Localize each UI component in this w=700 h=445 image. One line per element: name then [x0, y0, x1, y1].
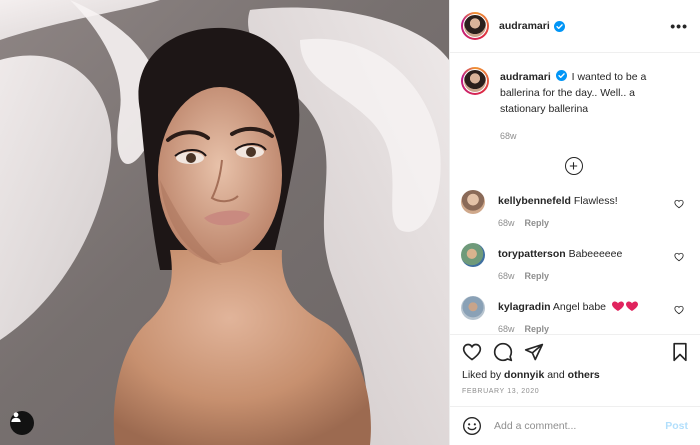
- plus-circle-icon: +: [564, 157, 583, 175]
- comment-avatar[interactable]: [461, 296, 485, 320]
- comment-input[interactable]: [494, 420, 666, 432]
- liked-by-user[interactable]: donnyik: [504, 369, 544, 381]
- like-button[interactable]: [462, 342, 482, 362]
- comment-button[interactable]: [493, 342, 513, 362]
- caption-author-avatar[interactable]: [461, 67, 489, 95]
- comment-timestamp[interactable]: 68w: [498, 218, 515, 228]
- reply-button[interactable]: Reply: [525, 324, 550, 334]
- comment-username[interactable]: kylagradin: [498, 301, 551, 313]
- comment-item: kylagradin Angel babe 68w Reply: [461, 295, 686, 334]
- post-photo[interactable]: [0, 0, 449, 445]
- verified-badge-icon: [555, 70, 567, 81]
- post-caption: audramari I wanted to be a ballerina for…: [461, 67, 686, 141]
- emoji-icon[interactable]: [462, 416, 482, 436]
- heart-icon: [462, 343, 482, 360]
- portrait-image: [0, 0, 449, 445]
- bookmark-icon: [673, 342, 687, 361]
- caption-timestamp[interactable]: 68w: [500, 131, 660, 141]
- liked-by-others-link[interactable]: others: [568, 369, 600, 381]
- like-comment-heart-icon[interactable]: [674, 252, 684, 262]
- comment-username[interactable]: torypatterson: [498, 248, 566, 260]
- author-avatar[interactable]: [461, 12, 489, 40]
- likes-summary: Liked by donnyik and others: [450, 368, 700, 382]
- comment-timestamp[interactable]: 68w: [498, 271, 515, 281]
- share-button[interactable]: [524, 342, 544, 362]
- verified-badge-icon: [553, 20, 565, 32]
- comment-text: Angel babe: [552, 301, 607, 313]
- comment-text: Flawless!: [573, 195, 618, 207]
- load-more-comments-button[interactable]: +: [461, 157, 686, 175]
- comment-avatar[interactable]: [461, 190, 485, 214]
- like-comment-heart-icon[interactable]: [674, 305, 684, 315]
- comment-item: torypatterson Babeeeeee 68w Reply: [461, 242, 686, 281]
- post-actions-bar: [450, 334, 700, 368]
- comments-section: audramari I wanted to be a ballerina for…: [450, 53, 700, 334]
- tagged-users-button[interactable]: [10, 411, 34, 435]
- paper-plane-icon: [524, 343, 544, 360]
- author-username[interactable]: audramari: [499, 20, 550, 32]
- more-options-icon[interactable]: •••: [670, 19, 688, 33]
- post-header: audramari •••: [450, 0, 700, 53]
- post-comment-button[interactable]: Post: [665, 420, 688, 432]
- comment-username[interactable]: kellybennefeld: [498, 195, 571, 207]
- reply-button[interactable]: Reply: [525, 218, 550, 228]
- instagram-post: audramari ••• audramari I wanted to be a…: [0, 0, 700, 445]
- user-icon: [11, 412, 21, 422]
- post-sidebar: audramari ••• audramari I wanted to be a…: [449, 0, 700, 445]
- likes-and: and: [547, 369, 565, 381]
- comment-avatar[interactable]: [461, 243, 485, 267]
- add-comment-bar: Post: [450, 406, 700, 445]
- save-button[interactable]: [670, 342, 690, 362]
- comment-timestamp[interactable]: 68w: [498, 324, 515, 334]
- caption-username[interactable]: audramari: [500, 71, 551, 83]
- two-hearts-emoji-icon: [611, 301, 638, 311]
- post-date[interactable]: FEBRUARY 13, 2020: [450, 382, 700, 395]
- reply-button[interactable]: Reply: [525, 271, 550, 281]
- likes-prefix: Liked by: [462, 369, 502, 381]
- comment-item: kellybennefeld Flawless! 68w Reply: [461, 189, 686, 228]
- like-comment-heart-icon[interactable]: [674, 199, 684, 209]
- comment-bubble-icon: [493, 342, 513, 361]
- comment-text: Babeeeeee: [568, 248, 623, 260]
